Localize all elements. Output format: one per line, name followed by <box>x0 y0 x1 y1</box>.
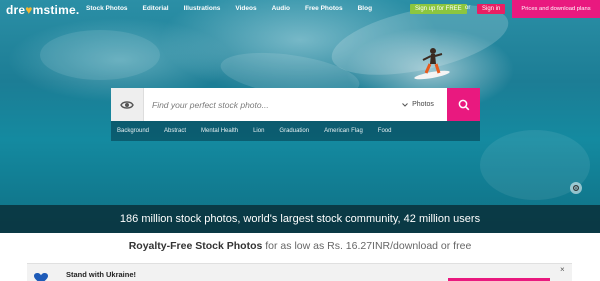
image-settings-button[interactable] <box>570 182 582 194</box>
nav-free-photos[interactable]: Free Photos <box>305 5 343 12</box>
tagline-rest: for as low as Rs. 16.27INR/download or f… <box>262 240 472 252</box>
tagline-bold: Royalty-Free Stock Photos <box>128 240 263 252</box>
nav-links: Stock Photos Editorial Illustrations Vid… <box>86 5 387 12</box>
stats-text: 186 million stock photos, world's larges… <box>119 213 481 225</box>
nav-blog[interactable]: Blog <box>358 5 372 12</box>
ukraine-banner: Stand with Ukraine! × <box>27 263 572 281</box>
signup-button[interactable]: Sign up for FREE <box>410 4 467 14</box>
visual-search-button[interactable] <box>111 88 144 121</box>
nav-videos[interactable]: Videos <box>235 5 256 12</box>
pricing-plans-button[interactable]: Prices and download plans <box>512 0 600 18</box>
nav-illustrations[interactable]: Illustrations <box>184 5 221 12</box>
chevron-down-icon <box>402 102 408 107</box>
search-bar: Photos <box>111 88 480 121</box>
wave-foam <box>40 30 160 80</box>
stats-bar: 186 million stock photos, world's larges… <box>0 205 600 233</box>
search-button[interactable] <box>447 88 480 121</box>
suggestion-lion[interactable]: Lion <box>253 128 264 134</box>
top-navigation: dre♥mstime. Stock Photos Editorial Illus… <box>0 0 600 18</box>
suggestion-abstract[interactable]: Abstract <box>164 128 186 134</box>
heart-icon <box>34 273 48 281</box>
nav-audio[interactable]: Audio <box>272 5 290 12</box>
ukraine-banner-title: Stand with Ukraine! <box>66 270 137 279</box>
search-type-label: Photos <box>412 101 434 108</box>
nav-editorial[interactable]: Editorial <box>143 5 169 12</box>
suggestion-mental-health[interactable]: Mental Health <box>201 128 238 134</box>
signin-button[interactable]: Sign in <box>477 4 506 14</box>
dreamstime-logo[interactable]: dre♥mstime. <box>6 3 79 17</box>
logo-heart-icon: ♥ <box>25 3 33 17</box>
search-icon <box>458 99 469 110</box>
suggestion-food[interactable]: Food <box>378 128 392 134</box>
surfer-image <box>414 48 450 80</box>
search-suggestions: Background Abstract Mental Health Lion G… <box>111 121 480 141</box>
gear-icon <box>572 184 580 192</box>
suggestion-background[interactable]: Background <box>117 128 149 134</box>
suggestion-graduation[interactable]: Graduation <box>279 128 309 134</box>
tagline: Royalty-Free Stock Photos for as low as … <box>0 240 600 252</box>
suggestion-american-flag[interactable]: American Flag <box>324 128 363 134</box>
nav-stock-photos[interactable]: Stock Photos <box>86 5 128 12</box>
search-type-dropdown[interactable]: Photos <box>389 88 447 121</box>
search-input[interactable] <box>144 88 389 121</box>
close-icon[interactable]: × <box>560 265 565 274</box>
or-text: or <box>465 5 471 11</box>
eye-icon <box>120 100 134 109</box>
